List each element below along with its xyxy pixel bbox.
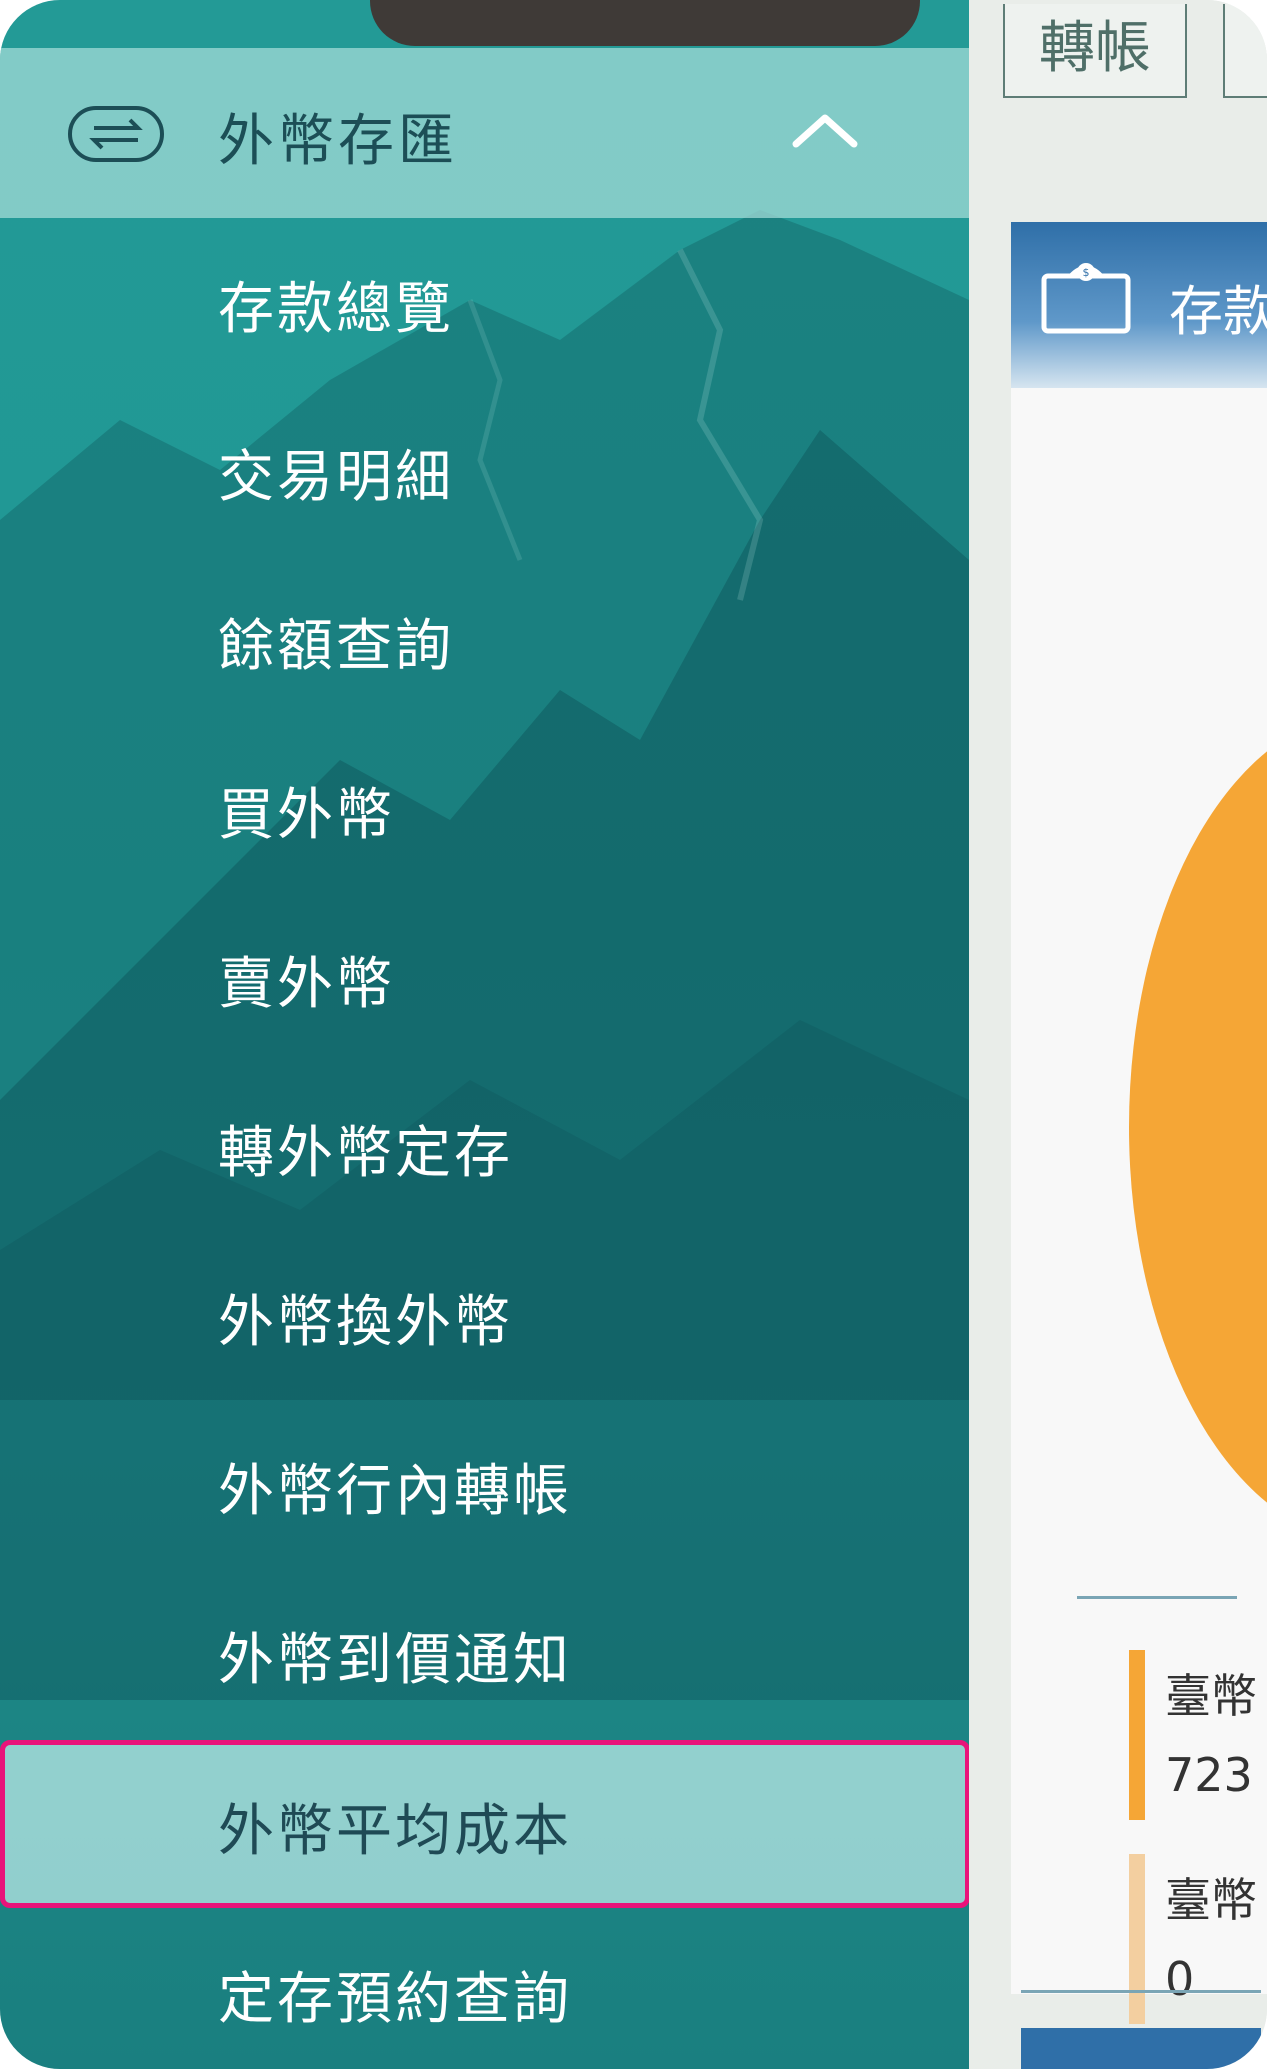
menu-item-label: 外幣換外幣 [218, 1290, 513, 1355]
background-app: 轉帳 $ 存款 臺幣 723 臺幣 0 [969, 0, 1267, 2069]
legend-color-bar [1129, 1650, 1145, 1820]
phone-screen: 轉帳 $ 存款 臺幣 723 臺幣 0 外幣存匯 存款總覽 交易明細 餘額查詢 … [0, 0, 1267, 2069]
svg-text:$: $ [1083, 266, 1090, 279]
deposit-card-header: $ 存款 [1011, 222, 1267, 388]
deposit-chart-slice [1129, 712, 1267, 1542]
next-card-header [1021, 2028, 1261, 2069]
drawer-section-title: 外幣存匯 [218, 109, 458, 174]
menu-item-label: 買外幣 [218, 783, 395, 848]
fx-exchange-icon [68, 106, 164, 162]
menu-item-rate-alert[interactable]: 外幣到價通知 [0, 1569, 969, 1737]
legend-name: 臺幣 [1165, 1669, 1257, 1723]
menu-item-label: 賣外幣 [218, 952, 395, 1017]
menu-item-currency-exchange[interactable]: 外幣換外幣 [0, 1231, 969, 1399]
menu-item-label: 定存預約查詢 [218, 1967, 572, 2032]
nav-drawer: 外幣存匯 存款總覽 交易明細 餘額查詢 買外幣 賣外幣 轉外幣定存 外幣換外幣 … [0, 0, 969, 2069]
menu-item-time-deposit-transfer[interactable]: 轉外幣定存 [0, 1062, 969, 1230]
deposit-card: $ 存款 臺幣 723 臺幣 0 [1011, 222, 1267, 2024]
drawer-section-header[interactable]: 外幣存匯 [0, 48, 969, 218]
legend-name: 臺幣 [1165, 1873, 1257, 1927]
chevron-up-icon[interactable] [790, 110, 860, 150]
device-notch [370, 0, 920, 46]
legend-value: 0 [1165, 1952, 1195, 2006]
tab-transfer[interactable]: 轉帳 [1003, 4, 1187, 98]
menu-item-reservation-inquiry[interactable]: 定存預約查詢 [0, 1908, 969, 2069]
legend-divider [1077, 1596, 1237, 1599]
menu-item-label: 交易明細 [218, 445, 454, 510]
menu-item-label: 外幣行內轉帳 [218, 1459, 572, 1524]
legend-value: 723 [1165, 1748, 1253, 1802]
menu-item-average-cost[interactable]: 外幣平均成本 [0, 1740, 969, 1908]
menu-item-label: 外幣到價通知 [218, 1628, 572, 1693]
deposit-card-title: 存款 [1169, 280, 1267, 343]
menu-item-label: 轉外幣定存 [218, 1121, 513, 1186]
menu-item-balance-inquiry[interactable]: 餘額查詢 [0, 555, 969, 723]
wallet-icon: $ [1041, 263, 1131, 334]
menu-item-label: 外幣平均成本 [218, 1799, 572, 1864]
menu-item-internal-transfer[interactable]: 外幣行內轉帳 [0, 1400, 969, 1568]
menu-item-buy-foreign-currency[interactable]: 買外幣 [0, 724, 969, 892]
menu-item-transaction-details[interactable]: 交易明細 [0, 386, 969, 554]
menu-item-deposit-overview[interactable]: 存款總覽 [0, 218, 969, 386]
menu-item-label: 餘額查詢 [218, 614, 454, 679]
legend-color-bar [1129, 1854, 1145, 2024]
section-divider [1021, 1990, 1261, 1993]
menu-item-sell-foreign-currency[interactable]: 賣外幣 [0, 893, 969, 1061]
menu-item-label: 存款總覽 [218, 277, 454, 342]
tab-next[interactable] [1223, 4, 1267, 98]
